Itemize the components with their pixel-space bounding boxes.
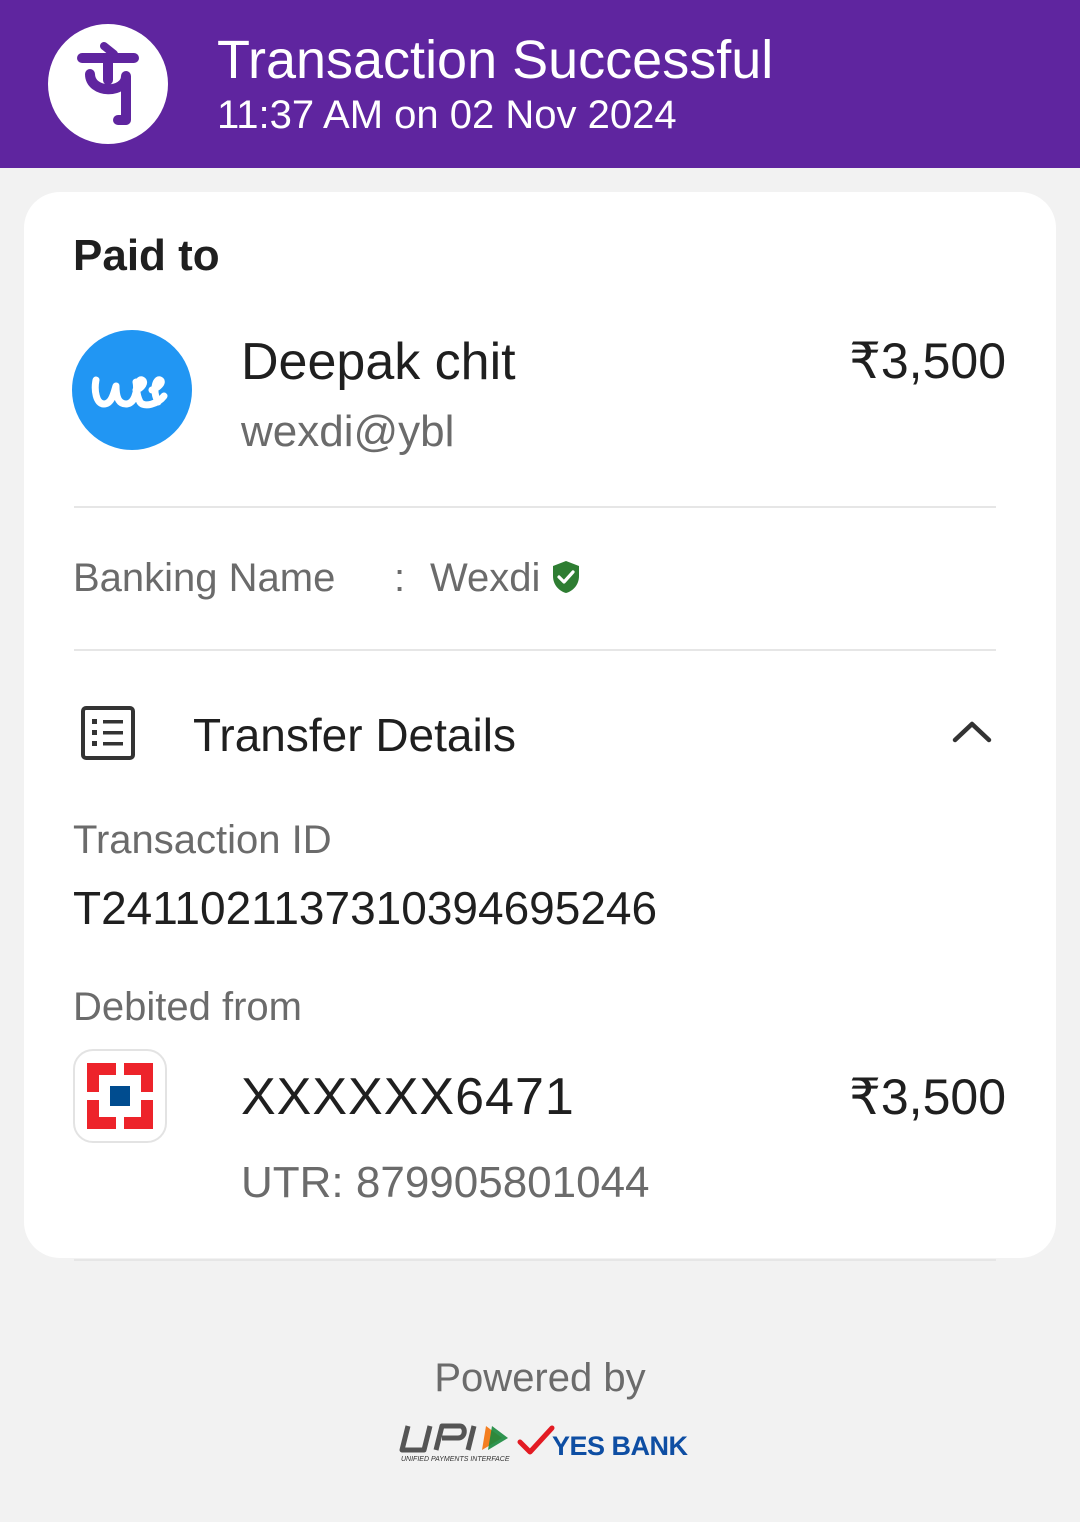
hdfc-bank-logo-icon xyxy=(73,1049,167,1143)
transaction-id-value[interactable]: T2411021137310394695246 xyxy=(73,881,657,935)
divider xyxy=(74,506,996,508)
banking-name-value: Wexdi xyxy=(430,556,541,600)
payee-upi-id: wexdi@ybl xyxy=(241,407,455,456)
transaction-id-label: Transaction ID xyxy=(73,818,332,862)
transfer-details-title[interactable]: Transfer Details xyxy=(193,708,516,762)
payee-name: Deepak chit xyxy=(241,333,516,391)
debited-from-label: Debited from xyxy=(73,985,302,1029)
receipt-list-icon xyxy=(80,705,136,761)
transaction-status-title: Transaction Successful xyxy=(217,30,774,90)
divider xyxy=(74,1259,996,1261)
debit-account-number: XXXXXX6471 xyxy=(241,1068,575,1126)
banking-name-label: Banking Name xyxy=(73,556,336,600)
chevron-up-icon[interactable] xyxy=(950,716,994,746)
paid-to-heading: Paid to xyxy=(73,231,220,280)
divider xyxy=(74,649,996,651)
banking-name-separator: : xyxy=(394,556,406,600)
debit-amount: ₹3,500 xyxy=(849,1069,1006,1125)
phonepe-logo-icon xyxy=(48,24,168,144)
transaction-timestamp: 11:37 AM on 02 Nov 2024 xyxy=(217,93,677,137)
powered-by-label: Powered by xyxy=(434,1356,646,1400)
header-bar: Transaction Successful 11:37 AM on 02 No… xyxy=(0,0,1080,168)
verified-shield-icon xyxy=(551,560,581,594)
upi-caption: UNIFIED PAYMENTS INTERFACE xyxy=(401,1456,510,1463)
yes-bank-label: YES BANK xyxy=(552,1431,688,1461)
utr-number[interactable]: UTR: 879905801044 xyxy=(241,1157,650,1209)
payee-avatar-icon[interactable] xyxy=(72,330,192,450)
paid-amount: ₹3,500 xyxy=(849,333,1006,389)
